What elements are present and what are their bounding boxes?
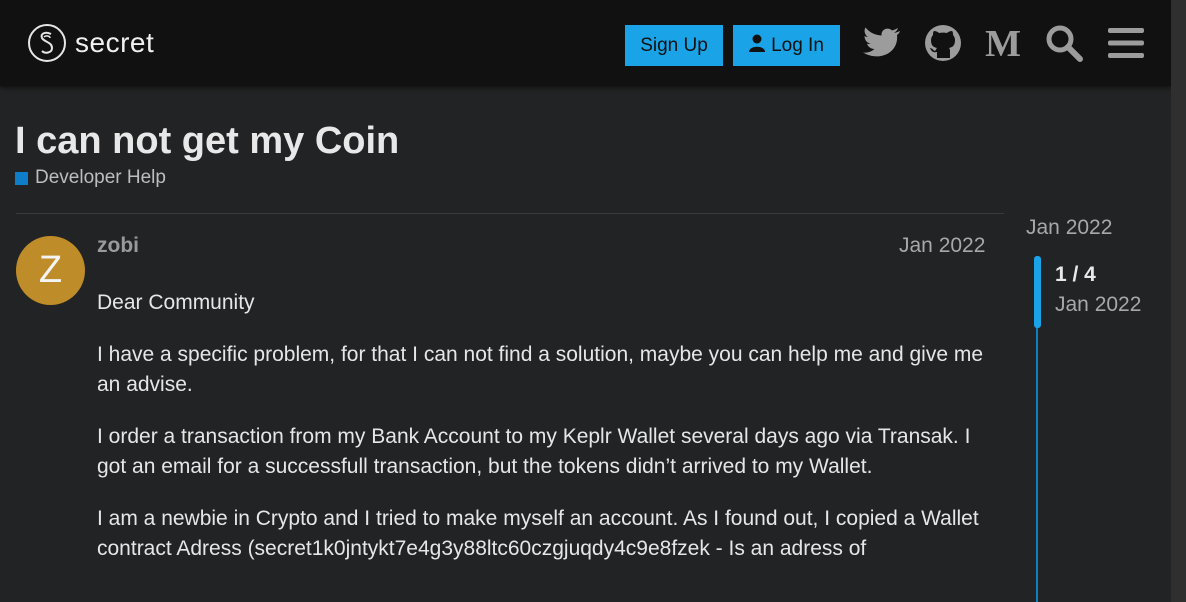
category-color-swatch	[15, 171, 28, 185]
hamburger-menu-icon[interactable]	[1105, 22, 1147, 64]
post-date[interactable]: Jan 2022	[899, 234, 985, 258]
svg-text:M: M	[985, 27, 1021, 59]
github-icon[interactable]	[922, 22, 964, 64]
avatar[interactable]: Z	[16, 236, 85, 305]
timeline-position: 1 / 4	[1055, 263, 1096, 286]
medium-icon[interactable]: M	[982, 22, 1024, 64]
category-badge[interactable]: Developer Help	[15, 167, 166, 189]
sign-up-button[interactable]: Sign Up	[625, 25, 723, 66]
logo-text: secret	[75, 27, 155, 58]
site-header: secret Sign Up Log In M	[0, 0, 1171, 86]
topic-title[interactable]: I can not get my Coin	[15, 120, 399, 163]
post-paragraph: I order a transaction from my Bank Accou…	[97, 425, 971, 478]
post-paragraph: I am a newbie in Crypto and I tried to m…	[97, 507, 979, 560]
timeline-position-date: Jan 2022	[1055, 293, 1142, 316]
secret-logo-icon	[28, 24, 66, 62]
topic-divider	[16, 213, 1004, 214]
user-icon	[749, 34, 766, 58]
site-logo[interactable]: secret	[28, 24, 154, 62]
search-icon[interactable]	[1043, 22, 1085, 64]
post-paragraph: I have a specific problem, for that I ca…	[97, 343, 983, 396]
timeline-scroll-handle[interactable]	[1034, 256, 1041, 328]
category-label: Developer Help	[35, 167, 166, 188]
log-in-button[interactable]: Log In	[733, 25, 840, 66]
twitter-icon[interactable]	[861, 22, 903, 64]
page-scrollbar[interactable]	[1171, 0, 1186, 602]
post-paragraph: Dear Community	[97, 291, 255, 314]
timeline-start-date[interactable]: Jan 2022	[1026, 216, 1112, 240]
post-username[interactable]: zobi	[97, 234, 139, 258]
log-in-label: Log In	[771, 34, 824, 56]
post-body: Dear Community I have a specific problem…	[97, 288, 987, 586]
